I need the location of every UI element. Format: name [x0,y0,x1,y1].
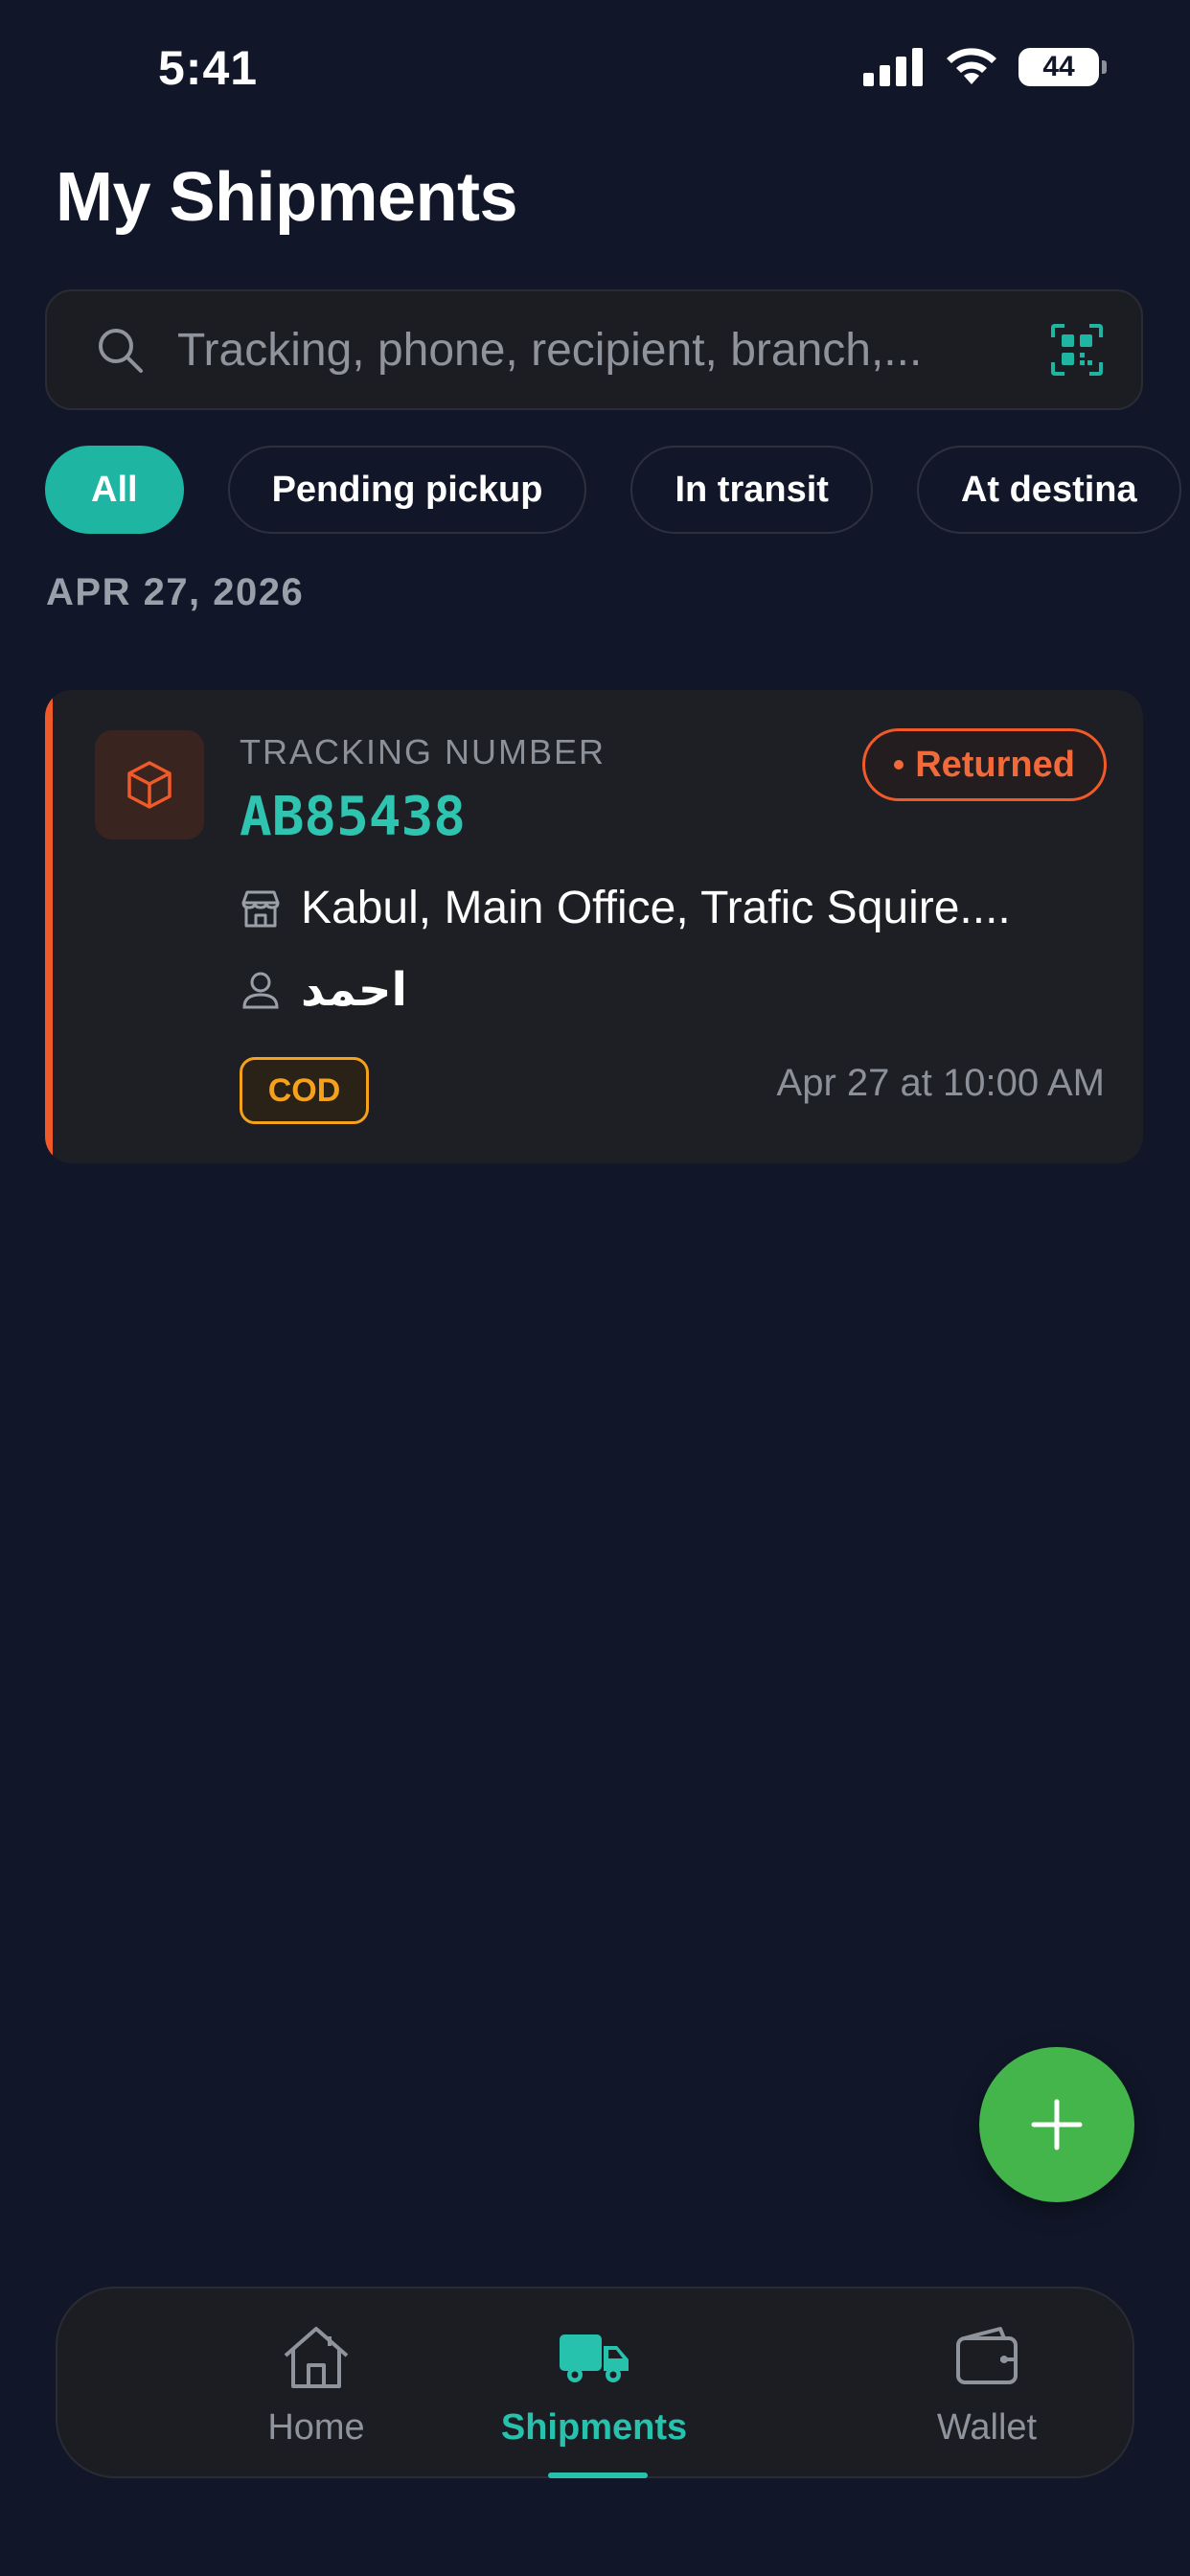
shipment-timestamp: Apr 27 at 10:00 AM [776,1062,1105,1104]
person-icon [242,972,279,1009]
status-icons: 44 [863,46,1107,88]
filter-chip-at-destination[interactable]: At destina [916,446,1181,534]
cellular-signal-icon [863,48,923,86]
add-shipment-button[interactable] [979,2047,1134,2202]
package-icon-box [95,730,204,840]
truck-icon [560,2334,629,2382]
wifi-icon [947,48,996,84]
status-dot-icon [894,760,904,770]
bottom-nav: Home Shipments Wallet [56,2287,1134,2478]
tracking-number: AB85438 [240,786,467,848]
search-input[interactable] [177,323,1051,377]
cod-badge: COD [240,1057,369,1124]
filter-chip-all[interactable]: All [45,446,184,534]
recipient-text: احمد [301,965,407,1016]
date-header: APR 27, 2026 [46,571,305,613]
page-title: My Shipments [56,159,518,236]
status-time: 5:41 [158,41,259,95]
nav-label-wallet: Wallet [936,2407,1038,2448]
branch-row: Kabul, Main Office, Trafic Squire.... [240,882,1011,934]
filter-chip-in-transit[interactable]: In transit [630,446,873,534]
status-accent-bar [45,690,53,1163]
store-icon [241,890,280,927]
filter-chip-pending-pickup[interactable]: Pending pickup [227,446,587,534]
tracking-label: TRACKING NUMBER [240,732,606,771]
plus-icon [1031,2099,1083,2150]
active-tab-indicator [548,2472,648,2478]
filter-chips: All Pending pickup In transit At destina [45,446,1181,534]
battery-icon: 44 [1018,48,1107,86]
nav-item-shipments[interactable]: Shipments [469,2323,719,2449]
nav-label-shipments: Shipments [500,2407,688,2448]
wallet-icon [956,2327,1018,2384]
nav-label-home: Home [267,2407,365,2448]
shipment-card[interactable]: TRACKING NUMBER AB85438 Returned Kabul, … [45,690,1143,1163]
nav-item-home[interactable]: Home [192,2323,441,2449]
status-bar: 5:41 44 [0,0,1190,144]
recipient-row: احمد [240,963,407,1017]
nav-item-wallet[interactable]: Wallet [862,2323,1111,2449]
home-icon [284,2327,349,2388]
branch-text: Kabul, Main Office, Trafic Squire.... [301,883,1011,933]
qr-scan-icon[interactable] [1051,324,1103,376]
package-icon [127,761,172,809]
search-bar[interactable] [45,289,1143,410]
status-badge: Returned [862,728,1107,801]
status-label: Returned [915,744,1075,785]
search-icon [99,329,143,373]
